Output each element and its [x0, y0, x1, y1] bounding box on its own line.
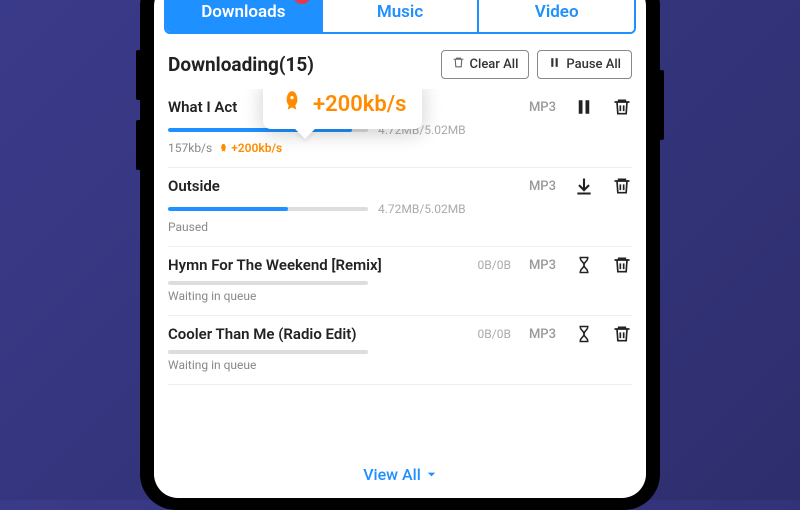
resume-button[interactable]: [574, 176, 594, 196]
tab-music[interactable]: Music: [321, 0, 478, 32]
item-format: MP3: [529, 100, 556, 115]
item-size: 0B/0B: [478, 327, 511, 341]
progress-bar: [168, 207, 368, 211]
download-list: +200kb/s What I Act MP3: [154, 89, 646, 451]
delete-button[interactable]: [612, 176, 632, 196]
item-format: MP3: [529, 327, 556, 342]
item-title: Cooler Than Me (Radio Edit): [168, 325, 478, 343]
delete-button[interactable]: [612, 324, 632, 344]
pause-icon: [548, 56, 561, 73]
boost-text: +200kb/s: [231, 141, 282, 155]
item-status: 157kb/s +200kb/s: [168, 141, 632, 155]
download-item: Hymn For The Weekend [Remix] 0B/0B MP3: [168, 247, 632, 316]
item-title: Outside: [168, 177, 529, 195]
item-size: 0B/0B: [478, 258, 511, 272]
tab-downloads[interactable]: Downloads: [166, 0, 321, 32]
rocket-icon: [279, 89, 305, 119]
tab-video[interactable]: Video: [477, 0, 634, 32]
download-item: Cooler Than Me (Radio Edit) 0B/0B MP3: [168, 316, 632, 385]
phone-frame: Downloads Music Video Downloading(15) Cl…: [140, 0, 660, 510]
item-status: Paused: [168, 220, 632, 234]
delete-button[interactable]: [612, 97, 632, 117]
button-label: Pause All: [566, 57, 621, 72]
page-title: Downloading(15): [168, 53, 314, 76]
chevron-down-icon: [426, 465, 437, 484]
progress-bar: [168, 350, 368, 354]
tab-label: Downloads: [201, 2, 285, 22]
tooltip-text: +200kb/s: [313, 92, 406, 117]
item-size: 4.72MB/5.02MB: [378, 202, 466, 216]
boost-indicator[interactable]: +200kb/s: [218, 141, 282, 155]
progress-bar: [168, 281, 368, 285]
clear-all-button[interactable]: Clear All: [441, 50, 530, 79]
notification-badge: [293, 0, 311, 4]
view-all-button[interactable]: View All: [154, 451, 646, 498]
download-item: +200kb/s What I Act MP3: [168, 89, 632, 168]
tab-bar: Downloads Music Video: [164, 0, 636, 34]
tab-label: Video: [535, 2, 579, 22]
boost-tooltip: +200kb/s: [263, 89, 422, 129]
item-status: Waiting in queue: [168, 289, 632, 303]
item-status: Waiting in queue: [168, 358, 632, 372]
download-item: Outside MP3 4.72MB/5.02MB Pa: [168, 168, 632, 247]
item-format: MP3: [529, 179, 556, 194]
waiting-icon[interactable]: [574, 324, 594, 344]
trash-icon: [452, 56, 465, 73]
waiting-icon[interactable]: [574, 255, 594, 275]
pause-button[interactable]: [574, 97, 594, 117]
screen: Downloads Music Video Downloading(15) Cl…: [154, 0, 646, 498]
item-title: Hymn For The Weekend [Remix]: [168, 256, 478, 274]
delete-button[interactable]: [612, 255, 632, 275]
item-format: MP3: [529, 258, 556, 273]
item-speed: 157kb/s: [168, 141, 212, 155]
list-header: Downloading(15) Clear All Pause All: [154, 44, 646, 89]
header-actions: Clear All Pause All: [441, 50, 632, 79]
button-label: Clear All: [470, 57, 519, 72]
view-all-label: View All: [363, 465, 421, 484]
pause-all-button[interactable]: Pause All: [537, 50, 632, 79]
tab-label: Music: [377, 2, 423, 22]
